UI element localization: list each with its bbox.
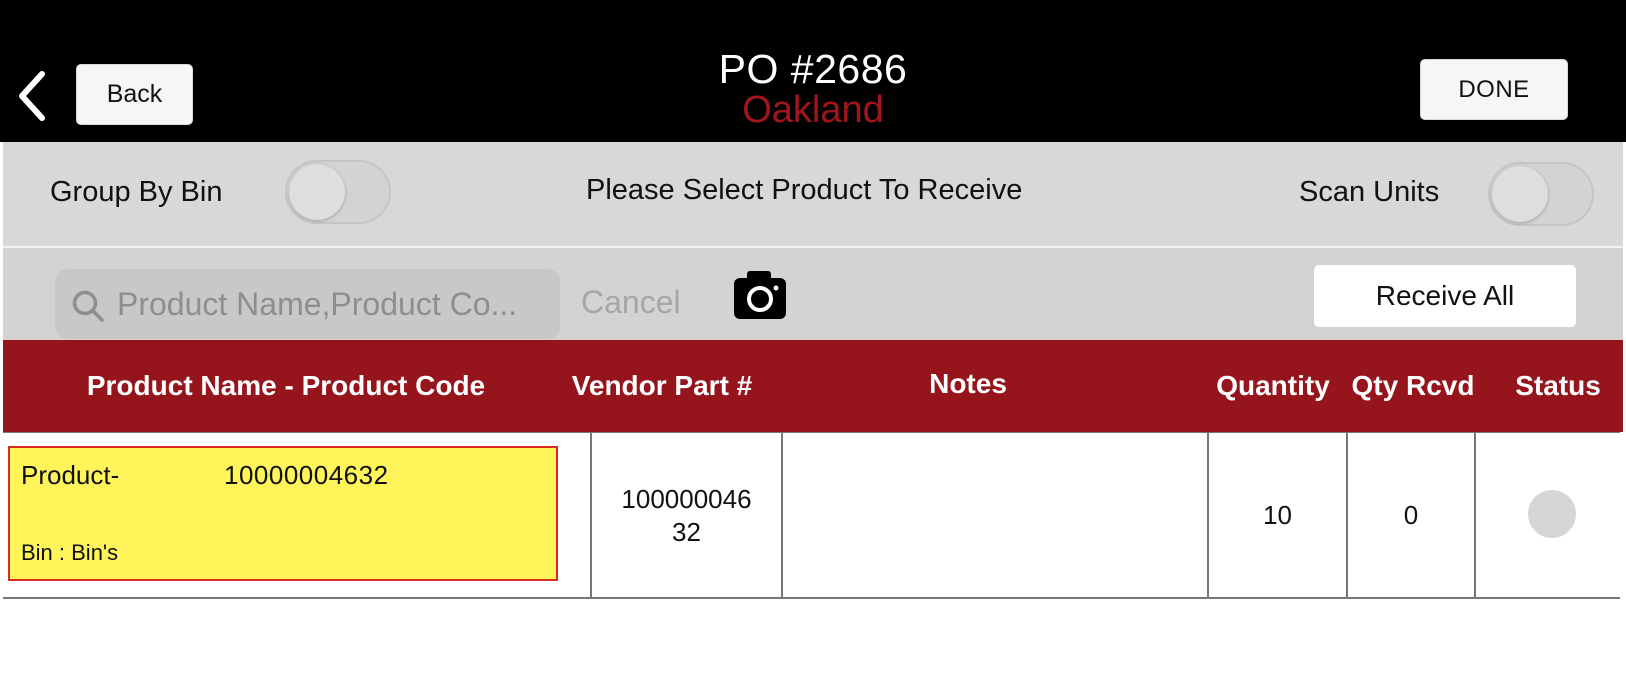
column-header-status: Status xyxy=(1515,370,1601,401)
scan-units-label: Scan Units xyxy=(1299,176,1440,208)
cancel-button[interactable]: Cancel xyxy=(581,284,681,321)
search-field[interactable] xyxy=(55,269,560,339)
qty-rcvd-value: 0 xyxy=(1403,500,1419,530)
options-bar: Group By Bin Please Select Product To Re… xyxy=(3,142,1623,248)
camera-icon[interactable] xyxy=(733,270,787,320)
product-code: 10000004632 xyxy=(224,460,389,490)
product-highlight: Product- 10000004632 Bin : Bin's xyxy=(8,446,558,581)
search-input[interactable] xyxy=(117,283,552,325)
toggle-knob xyxy=(289,164,345,220)
done-button[interactable]: DONE xyxy=(1420,59,1568,120)
chevron-left-icon[interactable] xyxy=(14,68,54,124)
vendor-part-value: 100000046 32 xyxy=(592,433,781,598)
quantity-value: 10 xyxy=(1263,500,1292,530)
status-indicator xyxy=(1528,490,1576,538)
qty-rcvd-cell: 0 xyxy=(1348,433,1476,598)
column-header-quantity: Quantity xyxy=(1216,370,1330,401)
notes-value xyxy=(783,433,1207,598)
table-row[interactable]: Product- 10000004632 Bin : Bin's 1000000… xyxy=(3,432,1620,599)
status-cell xyxy=(1476,433,1620,598)
receive-all-button[interactable]: Receive All xyxy=(1314,265,1576,327)
column-header-notes: Notes xyxy=(929,368,1007,399)
column-header-vendor-part: Vendor Part # xyxy=(571,370,753,401)
vendor-part-line-2: 32 xyxy=(672,516,701,547)
quantity-cell: 10 xyxy=(1209,433,1348,598)
vendor-part-cell: 100000046 32 xyxy=(592,433,783,598)
group-by-bin-toggle[interactable] xyxy=(285,160,391,224)
search-bar: Cancel Receive All xyxy=(3,248,1623,340)
group-by-bin-label: Group By Bin xyxy=(50,176,223,208)
search-icon xyxy=(72,290,104,322)
notes-cell xyxy=(783,433,1209,598)
instruction-text: Please Select Product To Receive xyxy=(586,174,1023,206)
bin-label: Bin : Bin's xyxy=(21,540,119,565)
page-title: PO #2686 xyxy=(718,46,908,92)
table-header: Product Name - Product Code Vendor Part … xyxy=(3,340,1623,432)
back-button[interactable]: Back xyxy=(76,64,193,125)
column-header-product: Product Name - Product Code xyxy=(86,370,486,401)
vendor-part-line-1: 100000046 xyxy=(621,483,752,514)
product-name: Product- xyxy=(21,460,120,490)
column-header-qty-rcvd: Qty Rcvd xyxy=(1351,370,1475,401)
navigation-bar: Back PO #2686 Oakland DONE xyxy=(0,0,1626,142)
location-subtitle: Oakland xyxy=(742,89,884,131)
scan-units-toggle[interactable] xyxy=(1488,162,1594,226)
product-cell[interactable]: Product- 10000004632 Bin : Bin's xyxy=(3,433,592,598)
toggle-knob xyxy=(1492,166,1548,222)
